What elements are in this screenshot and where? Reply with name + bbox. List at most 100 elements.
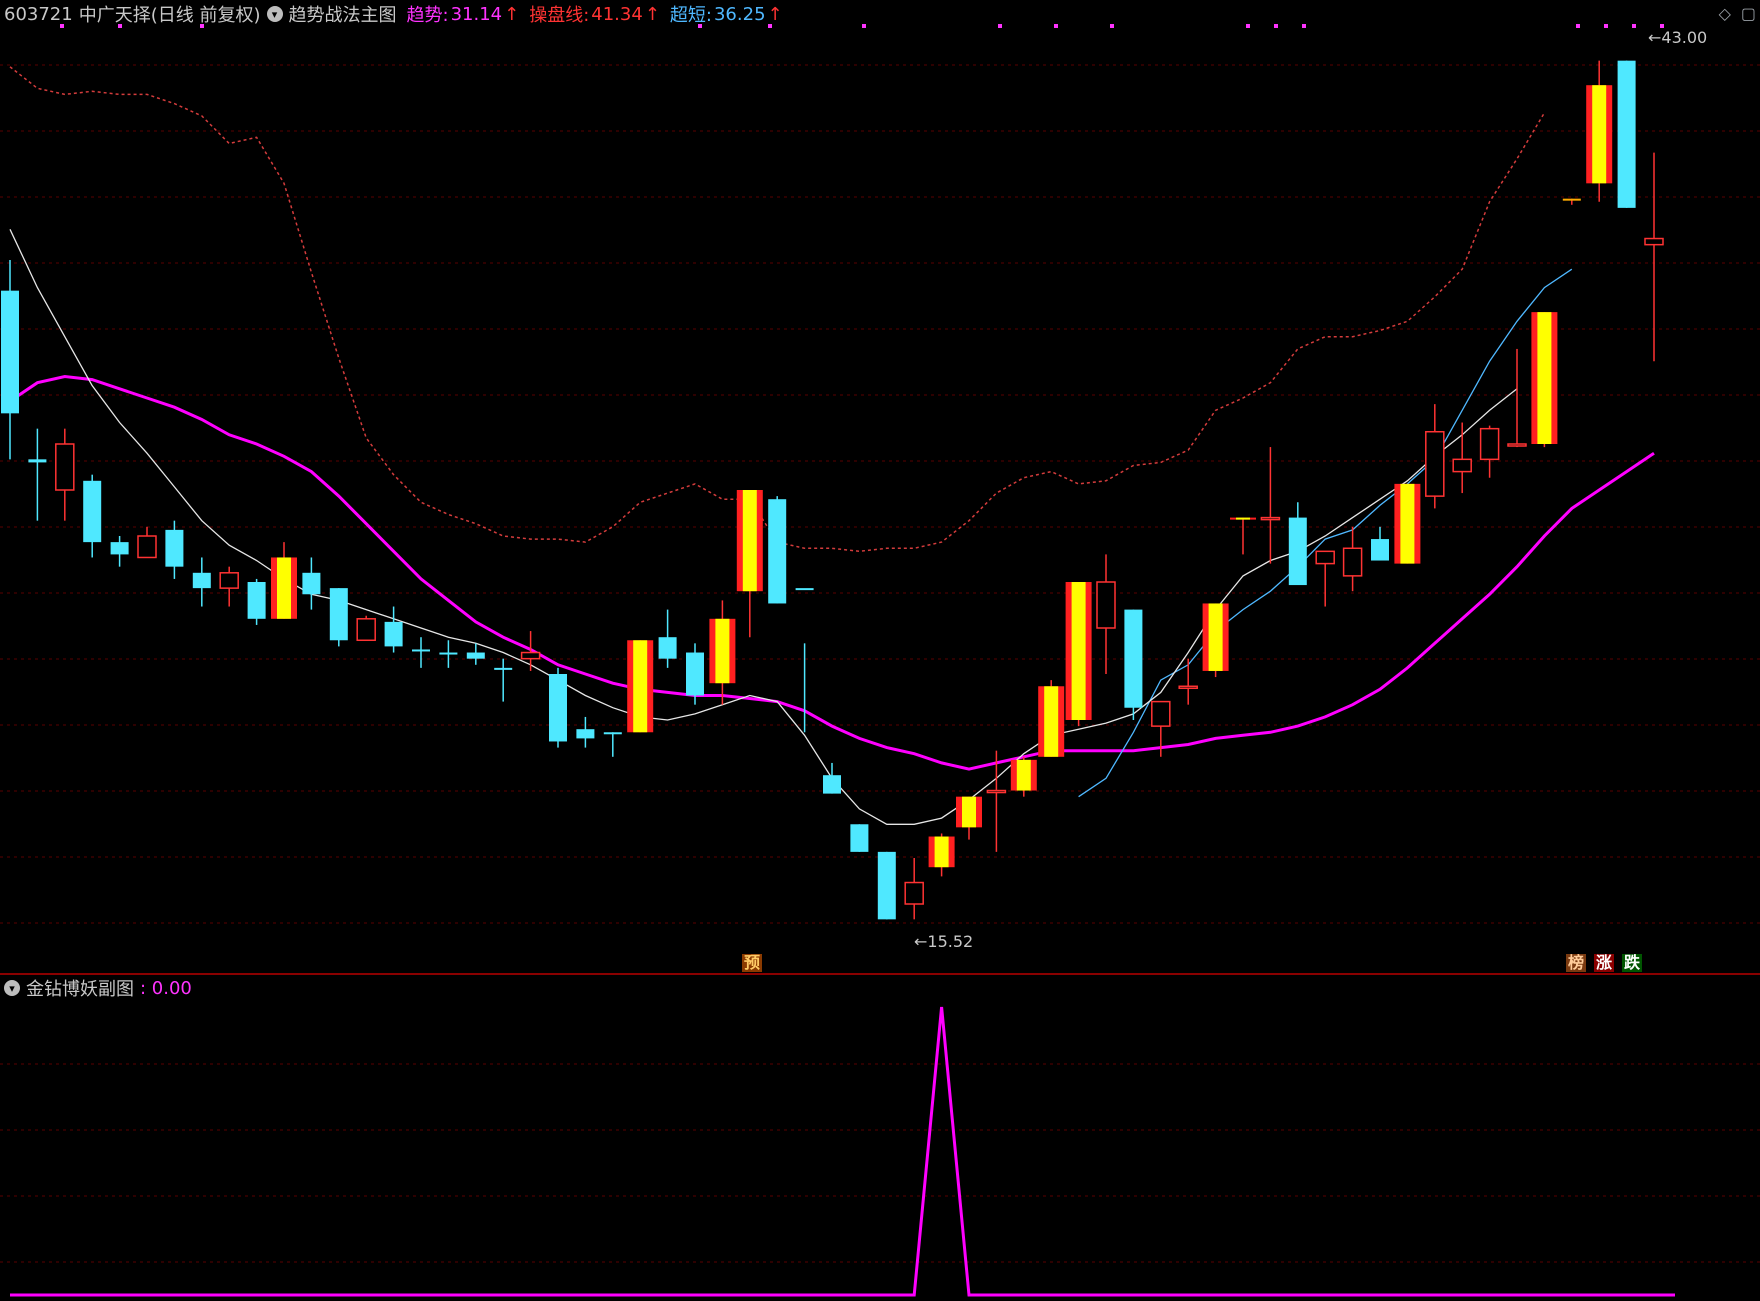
candle-body [1071, 582, 1086, 720]
candle-body [1096, 581, 1116, 629]
candle-body [877, 851, 896, 920]
candlesticks [1, 60, 1664, 920]
candle-body [1178, 685, 1198, 690]
candle-body [850, 824, 869, 852]
signal-dot [862, 24, 866, 28]
candle-body [986, 789, 1007, 794]
candle-body [742, 490, 757, 592]
candle-body [494, 667, 513, 670]
candle-body [439, 652, 458, 655]
candle-body [823, 775, 841, 794]
candle-body [466, 652, 485, 659]
candle-body [715, 618, 730, 684]
high-price-label: ←43.00 [1648, 28, 1707, 47]
candle-body [1151, 700, 1171, 727]
tag-yu[interactable]: 预 [742, 954, 763, 972]
signal-dot [1110, 24, 1114, 28]
candle-body [1, 290, 19, 414]
candle-body [110, 542, 129, 555]
indicator-menu-icon[interactable]: ▾ [266, 6, 283, 22]
candle-body [904, 881, 924, 905]
candle-body [686, 652, 704, 696]
tag-die[interactable]: 跌 [1622, 954, 1643, 972]
candle-body [247, 582, 266, 619]
tag-zhang[interactable]: 涨 [1594, 954, 1615, 972]
signal-dot [1576, 24, 1580, 28]
candle-body [962, 796, 976, 828]
candle-body [1236, 517, 1250, 520]
candle-body [795, 588, 814, 591]
candle-body [55, 443, 75, 491]
low-arrow-icon: ← [914, 932, 928, 951]
signal-dot [1632, 24, 1636, 28]
line-操盘线 [9, 66, 1546, 553]
low-price-label: ←15.52 [914, 932, 973, 951]
window-controls: ◇ ▢ [1719, 4, 1756, 23]
signal-dot [1246, 24, 1250, 28]
candle-body [1425, 430, 1445, 497]
candle-body [603, 732, 622, 735]
candle-body [28, 459, 47, 463]
candle-body [1044, 686, 1059, 757]
short-label: 超短: [669, 5, 712, 26]
signal-dot [1054, 24, 1058, 28]
kline-chart[interactable] [0, 0, 1760, 1301]
tag-bang[interactable]: 榜 [1566, 954, 1587, 972]
diamond-icon[interactable]: ◇ [1719, 4, 1731, 23]
sub-chart-value: : 0.00 [140, 977, 192, 999]
candle-body [520, 651, 541, 660]
candle-body [137, 535, 157, 559]
candle-body [219, 572, 239, 589]
candle-body [658, 637, 677, 659]
candle-body [1479, 427, 1500, 461]
candle-body [1260, 516, 1281, 521]
main-chart-header: 603721 中广天择(日线 前复权) ▾ 趋势战法主图 趋势: 31.14 ↑… [0, 0, 783, 28]
candle-body [1507, 443, 1527, 447]
candle-body [1400, 483, 1415, 564]
stock-code: 603721 [4, 3, 73, 25]
indicator-name[interactable]: 趋势战法主图 [289, 1, 397, 27]
candle-body [192, 572, 211, 589]
candle-body [576, 729, 595, 739]
short-up-arrow-icon: ↑ [767, 3, 783, 25]
candle-body [1452, 458, 1472, 473]
candle-body [633, 640, 648, 733]
candle-body [83, 480, 102, 543]
candle-body [1208, 603, 1223, 671]
signal-dot [998, 24, 1002, 28]
sub-chart-header: ▾ 金钻博妖副图 : 0.00 [4, 976, 192, 1000]
stock-name: 中广天择(日线 前复权) [78, 5, 261, 26]
sub-chart-plot [10, 1006, 1675, 1297]
candle-body [768, 499, 787, 604]
sub-indicator-menu-icon[interactable]: ▾ [4, 980, 20, 996]
candle-body [412, 649, 430, 652]
candle-body [1617, 60, 1636, 208]
trend-value: 31.14 [450, 3, 503, 25]
operate-up-arrow-icon: ↑ [644, 3, 660, 25]
candle-body [329, 588, 348, 641]
high-price-value: 43.00 [1661, 28, 1708, 47]
candle-body [1016, 759, 1031, 791]
candle-body [277, 557, 291, 619]
candle-body [1288, 517, 1307, 586]
candle-body [302, 572, 321, 595]
signal-dot [1274, 24, 1278, 28]
candle-body [1644, 237, 1664, 246]
candle-body [1371, 539, 1389, 561]
chart-grid [0, 24, 1760, 1263]
candle-body [165, 529, 184, 567]
low-price-value: 15.52 [927, 932, 974, 951]
candle-body [1537, 312, 1552, 444]
indicator-lines [9, 66, 1655, 825]
candle-body [1315, 550, 1335, 565]
sub-chart-title[interactable]: 金钻博妖副图 [26, 975, 134, 1001]
candle-body [384, 621, 403, 647]
operate-line-label: 操盘线: [529, 5, 590, 26]
operate-line-value: 41.34 [591, 3, 643, 25]
maximize-icon[interactable]: ▢ [1741, 4, 1756, 23]
candle-body [1124, 609, 1143, 708]
signal-dot [1302, 24, 1306, 28]
candle-body [549, 674, 567, 742]
candle-body [1562, 198, 1581, 201]
signal-dot [1604, 24, 1608, 28]
